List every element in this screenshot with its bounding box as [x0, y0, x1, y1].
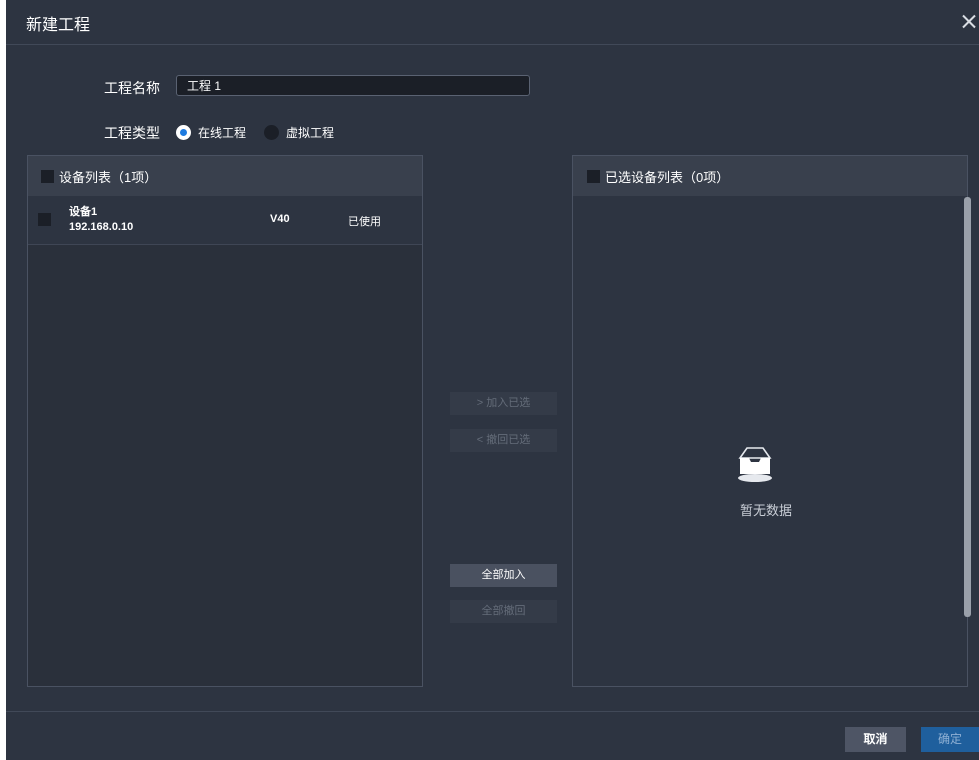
selected-list-title: 已选设备列表（0项）: [605, 169, 730, 185]
device-list-header: 设备列表（1项）: [28, 156, 422, 196]
radio-virtual-project[interactable]: 虚拟工程: [264, 124, 334, 141]
confirm-button[interactable]: 确定: [921, 727, 979, 752]
selected-list-header: 已选设备列表（0项）: [573, 156, 967, 196]
device-list-title: 设备列表（1项）: [59, 169, 158, 185]
device-row-checkbox[interactable]: [38, 213, 51, 226]
new-project-dialog: 新建工程 工程名称 工程类型 在线工程 虚拟工程 设备列表（1项） 设备1 19…: [6, 0, 979, 760]
empty-box-icon: [738, 447, 772, 482]
radio-online-project[interactable]: 在线工程: [176, 124, 246, 141]
radio-icon: [176, 125, 191, 140]
project-type-label: 工程类型: [104, 125, 160, 141]
device-version: V40: [270, 213, 290, 225]
selected-list-select-all-checkbox[interactable]: [587, 169, 600, 183]
device-status: 已使用: [348, 216, 381, 228]
footer-divider: [6, 711, 979, 712]
device-list-panel: 设备列表（1项） 设备1 192.168.0.10 V40 已使用: [27, 155, 423, 687]
radio-icon: [264, 125, 279, 140]
add-selected-button[interactable]: > 加入已选: [450, 392, 557, 415]
device-row[interactable]: 设备1 192.168.0.10 V40 已使用: [28, 196, 422, 245]
remove-all-button[interactable]: 全部撤回: [450, 600, 557, 623]
empty-state-text: 暂无数据: [740, 503, 793, 518]
cancel-button[interactable]: 取消: [845, 727, 906, 752]
remove-selected-button[interactable]: < 撤回已选: [450, 429, 557, 452]
dialog-titlebar: 新建工程: [6, 0, 979, 45]
device-ip: 192.168.0.10: [69, 221, 134, 233]
project-name-label: 工程名称: [104, 80, 160, 96]
selected-list-scrollbar[interactable]: [964, 197, 971, 617]
dialog-title: 新建工程: [26, 17, 91, 34]
selected-list-panel: 已选设备列表（0项）: [572, 155, 968, 687]
project-name-input[interactable]: [176, 75, 530, 96]
radio-virtual-label: 虚拟工程: [286, 126, 335, 140]
close-icon[interactable]: [959, 10, 979, 32]
radio-online-label: 在线工程: [198, 126, 247, 140]
device-list-select-all-checkbox[interactable]: [41, 169, 54, 183]
device-name: 设备1: [69, 206, 98, 218]
add-all-button[interactable]: 全部加入: [450, 564, 557, 587]
